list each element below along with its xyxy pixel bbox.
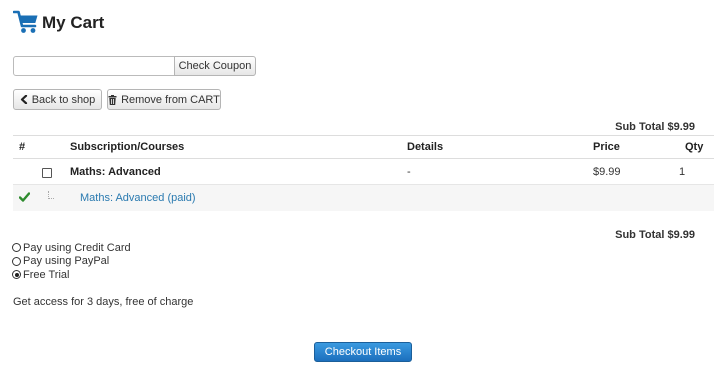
payment-option-label: Pay using Credit Card	[23, 241, 131, 254]
column-header-qty: Qty	[685, 141, 704, 153]
column-header-details: Details	[407, 141, 444, 153]
check-coupon-button[interactable]: Check Coupon	[174, 56, 256, 76]
checkmark-icon	[19, 192, 30, 202]
page-title: My Cart	[42, 13, 105, 32]
column-header-number: #	[19, 141, 26, 153]
cart-table: # Subscription/Courses Details Price Qty…	[13, 135, 714, 211]
check-coupon-label: Check Coupon	[178, 60, 252, 72]
payment-option-label: Pay using PayPal	[23, 255, 110, 268]
tree-connector	[48, 191, 54, 199]
item-qty: 1	[679, 165, 686, 178]
item-checkbox[interactable]	[42, 168, 52, 178]
remove-from-cart-label: Remove from CART	[121, 93, 220, 106]
radio-paypal[interactable]	[12, 256, 21, 266]
radio-credit-card[interactable]	[12, 243, 21, 253]
payment-options: Pay using Credit Card Pay using PayPal F…	[12, 241, 131, 282]
item-name: Maths: Advanced	[70, 165, 161, 178]
table-header-row: # Subscription/Courses Details Price Qty	[13, 135, 714, 159]
subtotal-top: Sub Total $9.99	[615, 121, 695, 133]
back-to-shop-button[interactable]: Back to shop	[13, 89, 102, 110]
item-price: $9.99	[593, 165, 621, 178]
chevron-left-icon	[20, 95, 27, 104]
free-trial-note: Get access for 3 days, free of charge	[13, 296, 194, 308]
payment-option-credit-card[interactable]: Pay using Credit Card	[12, 241, 131, 255]
payment-option-paypal[interactable]: Pay using PayPal	[12, 255, 131, 269]
item-details: -	[407, 165, 411, 178]
shopping-cart-icon	[13, 10, 38, 33]
column-header-subscription: Subscription/Courses	[70, 141, 185, 153]
payment-option-free-trial[interactable]: Free Trial	[12, 268, 131, 282]
paid-course-link[interactable]: Maths: Advanced (paid)	[80, 185, 196, 211]
table-row-paid: Maths: Advanced (paid)	[13, 185, 714, 211]
payment-option-label: Free Trial	[23, 268, 70, 281]
table-row: Maths: Advanced - $9.99 1	[13, 159, 714, 185]
subtotal-bottom: Sub Total $9.99	[615, 229, 695, 241]
radio-free-trial[interactable]	[12, 270, 21, 280]
trash-icon	[108, 94, 117, 105]
column-header-price: Price	[593, 141, 620, 153]
checkout-button[interactable]: Checkout Items	[314, 342, 412, 362]
checkout-label: Checkout Items	[324, 346, 402, 358]
remove-from-cart-button[interactable]: Remove from CART	[107, 89, 221, 110]
coupon-input[interactable]	[13, 56, 175, 76]
back-to-shop-label: Back to shop	[31, 93, 96, 106]
